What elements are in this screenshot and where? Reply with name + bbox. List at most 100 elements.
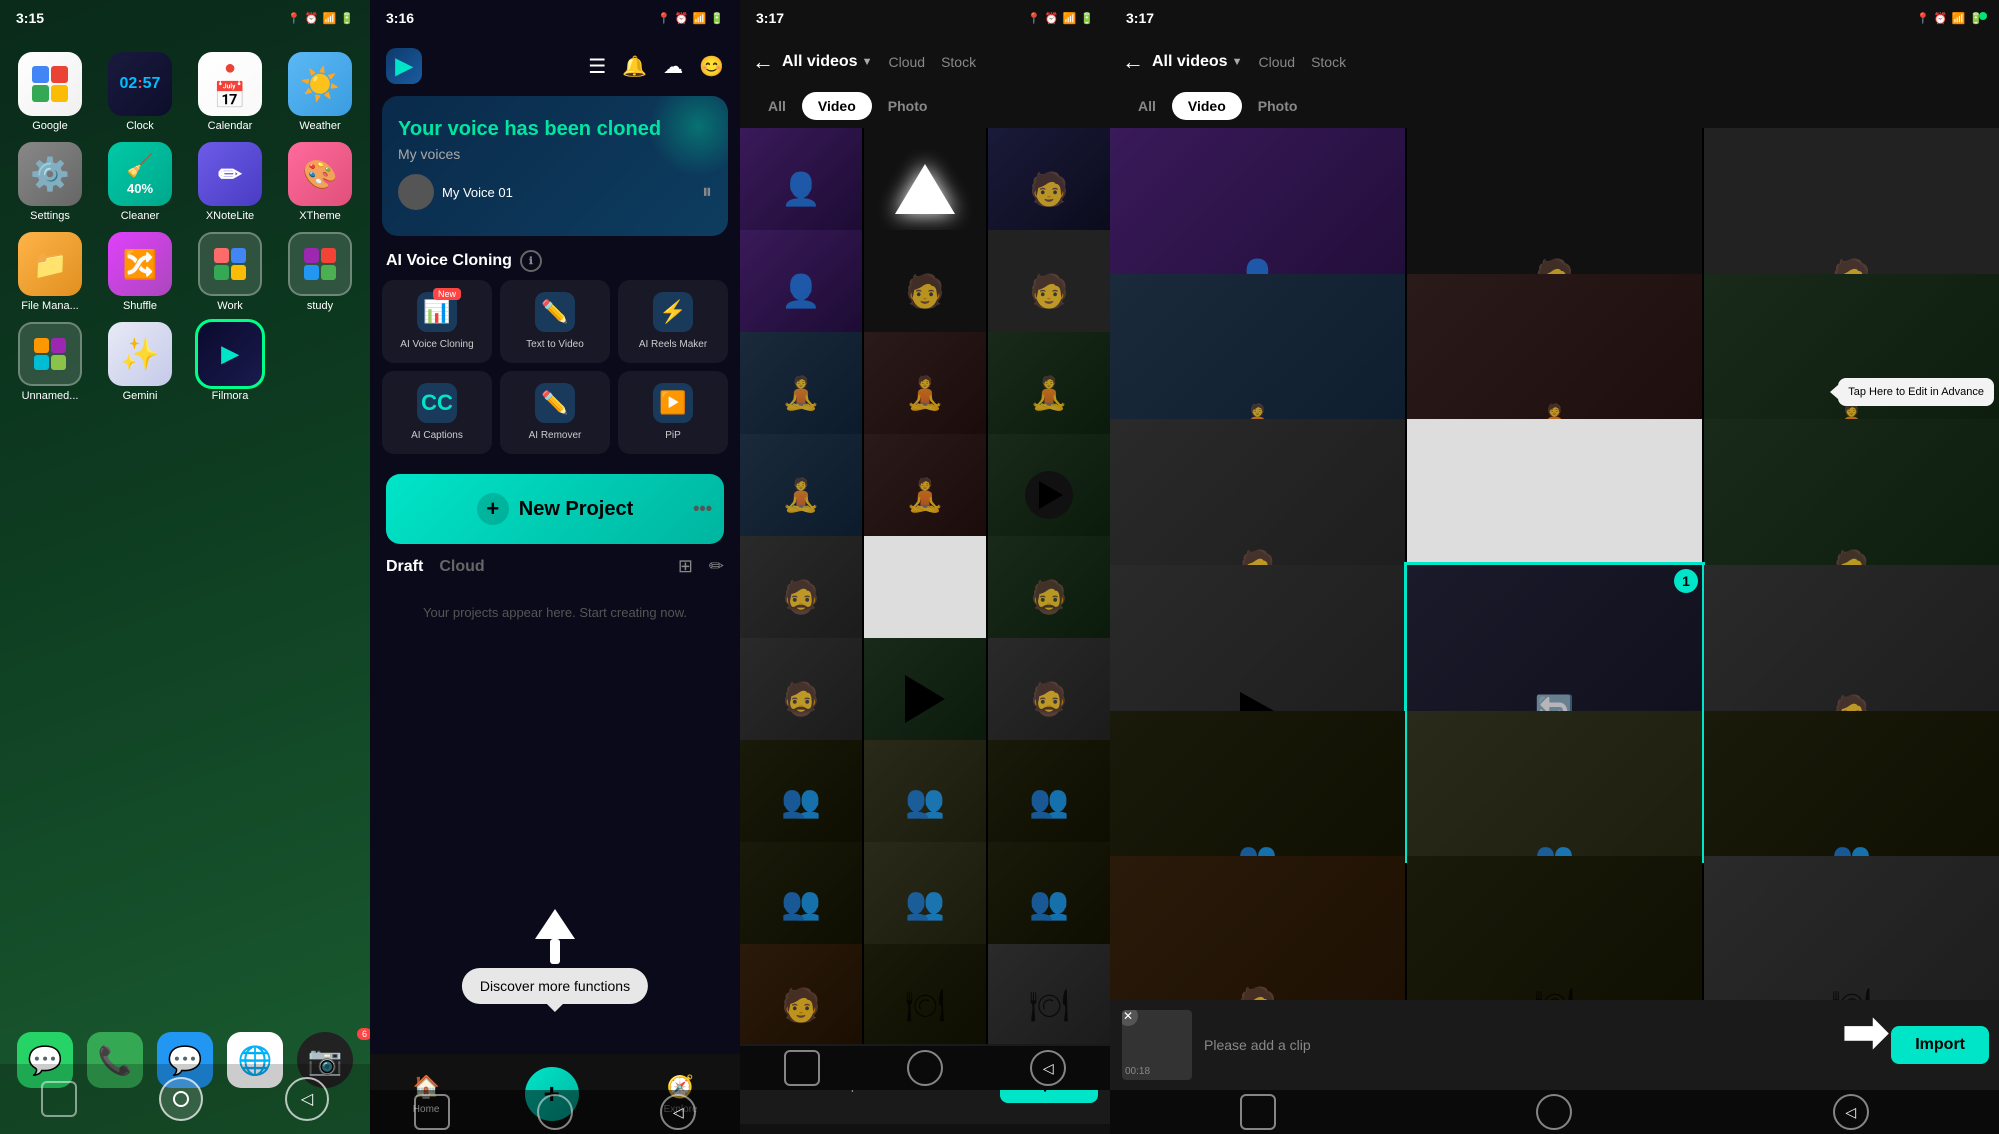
- recent-btn-p3[interactable]: [784, 1050, 820, 1086]
- more-options-icon[interactable]: •••: [693, 499, 712, 520]
- voice-name-row: My Voice 01 ⏸: [398, 174, 712, 210]
- new-project-button[interactable]: + New Project •••: [386, 474, 724, 544]
- all-videos-dropdown-3[interactable]: All videos ▼: [782, 53, 872, 71]
- home-btn-p2[interactable]: [537, 1094, 573, 1130]
- app-clock[interactable]: 02:57 Clock: [100, 52, 180, 132]
- stock-tab-3[interactable]: Stock: [941, 54, 976, 70]
- all-tab-4[interactable]: All: [1122, 92, 1172, 120]
- video-thumb-p4-17[interactable]: 🍽: [1407, 856, 1702, 1000]
- app-clock-label: Clock: [126, 120, 154, 132]
- recent-btn-p2[interactable]: [414, 1094, 450, 1130]
- media-type-tabs-4: All Video Photo: [1110, 88, 1999, 128]
- app-unnamed[interactable]: Unnamed...: [10, 322, 90, 402]
- back-arrow-3[interactable]: ←: [752, 49, 774, 75]
- app-settings[interactable]: ⚙️ Settings: [10, 142, 90, 222]
- cloud-icon[interactable]: ☁: [663, 54, 683, 79]
- edit-icon[interactable]: ✏: [709, 556, 724, 577]
- whatsapp-badge: 6: [357, 1028, 370, 1040]
- discover-bubble[interactable]: Discover more functions: [462, 968, 648, 1004]
- source-tabs-4: Cloud Stock: [1258, 54, 1346, 70]
- tap-edit-tooltip: Tap Here to Edit in Advance: [1838, 378, 1994, 406]
- voice-avatar: [398, 174, 434, 210]
- home-btn-panel1[interactable]: [159, 1077, 203, 1121]
- video-thumb-27[interactable]: 🍽: [988, 944, 1110, 1044]
- back-arrow-4[interactable]: ←: [1122, 49, 1144, 75]
- filmora-logo: ▶: [386, 48, 422, 84]
- cloud-tab-3[interactable]: Cloud: [888, 54, 925, 70]
- video-thumb-25[interactable]: 🧑: [740, 944, 862, 1044]
- tab-icons: ⊞ ✏: [678, 556, 724, 577]
- app-study-folder[interactable]: study: [280, 232, 360, 312]
- filmora-header-icons: ☰ 🔔 ☁ 😊: [588, 54, 724, 79]
- back-btn-panel1[interactable]: [41, 1081, 77, 1117]
- app-xnote[interactable]: ✏ XNoteLite: [190, 142, 270, 222]
- play-voice-button[interactable]: ⏸: [702, 181, 712, 204]
- app-filemanager[interactable]: 📁 File Mana...: [10, 232, 90, 312]
- app-grid: Google 02:57 Clock ●📅 Calendar ☀️ Weathe…: [0, 36, 370, 418]
- ai-tool-pip[interactable]: ▶️ PiP: [618, 371, 728, 454]
- panel-filmora: 3:16 📍 ⏰ 📶 🔋 ▶ ☰ 🔔 ☁ 😊 Your voice has be…: [370, 0, 740, 1134]
- app-work-folder[interactable]: Work: [190, 232, 270, 312]
- clip-remove-btn[interactable]: ✕: [1122, 1010, 1138, 1026]
- back-btn-p4[interactable]: ◁: [1833, 1094, 1869, 1130]
- ai-tool-remover[interactable]: ✏️ AI Remover: [500, 371, 610, 454]
- video-tab-3[interactable]: Video: [802, 92, 872, 120]
- app-calendar[interactable]: ●📅 Calendar: [190, 52, 270, 132]
- photo-tab-3[interactable]: Photo: [872, 92, 944, 120]
- cloud-tab[interactable]: Cloud: [439, 558, 484, 576]
- app-cleaner[interactable]: 🧹 40% Cleaner: [100, 142, 180, 222]
- ai-tools-grid: 📊 New AI Voice Cloning ✏️ Text to Video …: [370, 280, 740, 466]
- notification-icon[interactable]: 🔔: [622, 54, 647, 79]
- app-filemanager-label: File Mana...: [21, 300, 78, 312]
- ai-tool-reels-label: AI Reels Maker: [639, 338, 707, 351]
- back-btn-p3[interactable]: ◁: [1030, 1050, 1066, 1086]
- app-xnote-label: XNoteLite: [206, 210, 254, 222]
- info-icon[interactable]: ℹ: [520, 250, 542, 272]
- photo-tab-4[interactable]: Photo: [1242, 92, 1314, 120]
- captions-icon: CC: [417, 383, 457, 423]
- time-panel4: 3:17: [1126, 10, 1154, 26]
- video-thumb-p4-16[interactable]: 🧑: [1110, 856, 1405, 1000]
- remover-icon: ✏️: [535, 383, 575, 423]
- all-videos-dropdown-4[interactable]: All videos ▼: [1152, 53, 1242, 71]
- draft-cloud-tabs: Draft Cloud ⊞ ✏: [370, 552, 740, 585]
- tooltip-text: Tap Here to Edit in Advance: [1848, 386, 1984, 398]
- video-thumb-p4-18[interactable]: 🍽: [1704, 856, 1999, 1000]
- status-icons-panel3: 📍 ⏰ 📶 🔋: [1027, 12, 1094, 25]
- ai-tool-captions[interactable]: CC AI Captions: [382, 371, 492, 454]
- home-btn-p3[interactable]: [907, 1050, 943, 1086]
- menu-icon[interactable]: ☰: [588, 54, 606, 79]
- import-button-4[interactable]: Import: [1891, 1026, 1989, 1064]
- recent-btn-panel1[interactable]: ◁: [285, 1077, 329, 1121]
- all-videos-label-3: All videos: [782, 53, 858, 71]
- app-filmora[interactable]: ▶ Filmora: [190, 322, 270, 402]
- grid-view-icon[interactable]: ⊞: [678, 556, 693, 577]
- app-shuffle-label: Shuffle: [123, 300, 157, 312]
- app-weather[interactable]: ☀️ Weather: [280, 52, 360, 132]
- recent-btn-p4[interactable]: [1240, 1094, 1276, 1130]
- ai-tool-voice-cloning[interactable]: 📊 New AI Voice Cloning: [382, 280, 492, 363]
- panel-video-picker-2: 3:17 📍 ⏰ 📶 🔋 ← All videos ▼ Cloud Stock …: [1110, 0, 1999, 1134]
- home-btn-p4[interactable]: [1536, 1094, 1572, 1130]
- app-gemini[interactable]: ✨ Gemini: [100, 322, 180, 402]
- video-picker-header-4: ← All videos ▼ Cloud Stock: [1110, 36, 1999, 88]
- app-xtheme-label: XTheme: [299, 210, 341, 222]
- app-xtheme[interactable]: 🎨 XTheme: [280, 142, 360, 222]
- dropdown-arrow-4: ▼: [1232, 56, 1243, 68]
- ai-tool-reels[interactable]: ⚡ AI Reels Maker: [618, 280, 728, 363]
- app-google[interactable]: Google: [10, 52, 90, 132]
- all-tab-3[interactable]: All: [752, 92, 802, 120]
- app-shuffle[interactable]: 🔀 Shuffle: [100, 232, 180, 312]
- video-thumb-26[interactable]: 🍽: [864, 944, 986, 1044]
- voice-glow: [648, 96, 728, 176]
- stock-tab-4[interactable]: Stock: [1311, 54, 1346, 70]
- cloud-tab-4[interactable]: Cloud: [1258, 54, 1295, 70]
- video-picker-header-3: ← All videos ▼ Cloud Stock: [740, 36, 1110, 88]
- clock-time: 02:57: [120, 75, 161, 93]
- back-btn-p2[interactable]: ◁: [660, 1094, 696, 1130]
- draft-tab[interactable]: Draft: [386, 558, 423, 576]
- ai-tool-text-video[interactable]: ✏️ Text to Video: [500, 280, 610, 363]
- video-tab-4[interactable]: Video: [1172, 92, 1242, 120]
- profile-icon[interactable]: 😊: [699, 54, 724, 79]
- voice-name-text: My Voice 01: [442, 185, 513, 200]
